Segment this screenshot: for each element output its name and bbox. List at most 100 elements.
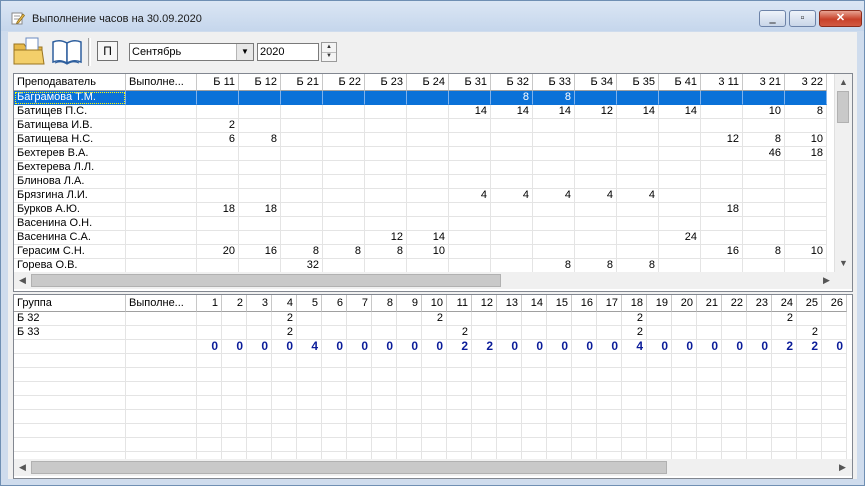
- hours-cell[interactable]: [126, 245, 197, 259]
- day-cell[interactable]: [497, 326, 522, 340]
- day-cell[interactable]: [347, 326, 372, 340]
- hours-cell[interactable]: [785, 189, 827, 203]
- month-select[interactable]: Сентябрь ▼: [129, 43, 254, 61]
- hours-cell[interactable]: [281, 161, 323, 175]
- table-row[interactable]: Б 32 2 2 2 2: [14, 312, 852, 326]
- hours-cell[interactable]: [617, 175, 659, 189]
- hours-cell[interactable]: [491, 217, 533, 231]
- day-cell[interactable]: [672, 326, 697, 340]
- scroll-right-icon[interactable]: ▶: [818, 272, 835, 289]
- hours-cell[interactable]: 12: [701, 133, 743, 147]
- hours-cell[interactable]: [659, 147, 701, 161]
- hours-cell[interactable]: [701, 119, 743, 133]
- hours-cell[interactable]: [449, 259, 491, 273]
- day-cell[interactable]: 2: [622, 326, 647, 340]
- group-name-cell[interactable]: Б 32: [14, 312, 126, 326]
- horizontal-scrollbar[interactable]: ◀ ▶: [14, 459, 852, 476]
- hours-cell[interactable]: [365, 147, 407, 161]
- hours-cell[interactable]: [491, 175, 533, 189]
- column-header[interactable]: 18: [622, 295, 647, 312]
- column-header[interactable]: Группа: [14, 295, 126, 312]
- hours-cell[interactable]: [323, 175, 365, 189]
- column-header[interactable]: Выполне...: [126, 295, 197, 312]
- hours-cell[interactable]: [617, 133, 659, 147]
- hours-cell[interactable]: 16: [239, 245, 281, 259]
- hours-cell[interactable]: [281, 189, 323, 203]
- horizontal-scrollbar[interactable]: ◀ ▶: [14, 272, 852, 289]
- hours-cell[interactable]: [126, 133, 197, 147]
- table-row[interactable]: Брязгина Л.И. 4 4 4 4 4: [14, 189, 834, 203]
- hours-cell[interactable]: [575, 175, 617, 189]
- hours-cell[interactable]: 8: [281, 245, 323, 259]
- hours-cell[interactable]: [785, 259, 827, 273]
- hours-cell[interactable]: [323, 105, 365, 119]
- hours-cell[interactable]: [126, 161, 197, 175]
- day-cell[interactable]: [547, 326, 572, 340]
- hours-cell[interactable]: [449, 161, 491, 175]
- hours-cell[interactable]: [701, 175, 743, 189]
- hours-cell[interactable]: 14: [407, 231, 449, 245]
- vertical-scrollbar[interactable]: ▲ ▼: [834, 74, 852, 272]
- hours-cell[interactable]: [449, 147, 491, 161]
- hours-cell[interactable]: [449, 231, 491, 245]
- hours-cell[interactable]: [197, 175, 239, 189]
- hours-cell[interactable]: [659, 119, 701, 133]
- hours-cell[interactable]: [281, 105, 323, 119]
- day-cell[interactable]: 2: [272, 326, 297, 340]
- column-header[interactable]: 5: [297, 295, 322, 312]
- hours-cell[interactable]: [323, 189, 365, 203]
- column-header[interactable]: Выполне...: [126, 74, 197, 91]
- day-cell[interactable]: [247, 326, 272, 340]
- day-cell[interactable]: [472, 312, 497, 326]
- teacher-name-cell[interactable]: Батищев П.С.: [14, 105, 126, 119]
- hours-cell[interactable]: [449, 119, 491, 133]
- hours-cell[interactable]: [785, 217, 827, 231]
- teacher-name-cell[interactable]: Брязгина Л.И.: [14, 189, 126, 203]
- table-row[interactable]: Бехтерев В.А. 46 18: [14, 147, 834, 161]
- hours-cell[interactable]: [659, 175, 701, 189]
- day-cell[interactable]: [322, 312, 347, 326]
- hours-cell[interactable]: [197, 231, 239, 245]
- hours-cell[interactable]: 8: [491, 91, 533, 105]
- teacher-name-cell[interactable]: Бурков А.Ю.: [14, 203, 126, 217]
- day-cell[interactable]: [697, 312, 722, 326]
- hours-cell[interactable]: [743, 217, 785, 231]
- day-cell[interactable]: [222, 326, 247, 340]
- hours-cell[interactable]: [617, 91, 659, 105]
- hours-cell[interactable]: [617, 161, 659, 175]
- column-header[interactable]: Б 34: [575, 74, 617, 91]
- hours-cell[interactable]: [197, 217, 239, 231]
- hours-cell[interactable]: [323, 161, 365, 175]
- hours-cell[interactable]: [701, 259, 743, 273]
- hours-cell[interactable]: 14: [491, 105, 533, 119]
- hours-cell[interactable]: [126, 231, 197, 245]
- hours-cell[interactable]: [365, 259, 407, 273]
- hours-cell[interactable]: [281, 217, 323, 231]
- hours-cell[interactable]: [533, 217, 575, 231]
- column-header[interactable]: 19: [647, 295, 672, 312]
- hours-cell[interactable]: [323, 231, 365, 245]
- table-row[interactable]: Бехтерева Л.Л.: [14, 161, 834, 175]
- hours-cell[interactable]: 10: [743, 105, 785, 119]
- hours-cell[interactable]: [365, 91, 407, 105]
- table-row[interactable]: Б 33 2 2 2 2: [14, 326, 852, 340]
- hours-cell[interactable]: [407, 189, 449, 203]
- hours-cell[interactable]: [449, 175, 491, 189]
- day-cell[interactable]: 2: [797, 326, 822, 340]
- day-cell[interactable]: [397, 312, 422, 326]
- teacher-name-cell[interactable]: Баграмова Т.М.: [14, 91, 126, 105]
- day-cell[interactable]: [222, 312, 247, 326]
- hours-cell[interactable]: [239, 259, 281, 273]
- hours-cell[interactable]: 14: [659, 105, 701, 119]
- column-header[interactable]: 14: [522, 295, 547, 312]
- hours-cell[interactable]: 20: [197, 245, 239, 259]
- hours-cell[interactable]: [743, 189, 785, 203]
- hours-cell[interactable]: [575, 231, 617, 245]
- dropdown-arrow-icon[interactable]: ▼: [236, 44, 253, 60]
- day-cell[interactable]: [597, 326, 622, 340]
- day-cell[interactable]: [722, 312, 747, 326]
- hours-cell[interactable]: 8: [533, 259, 575, 273]
- scroll-up-icon[interactable]: ▲: [835, 74, 852, 91]
- day-cell[interactable]: [372, 312, 397, 326]
- hours-cell[interactable]: [126, 147, 197, 161]
